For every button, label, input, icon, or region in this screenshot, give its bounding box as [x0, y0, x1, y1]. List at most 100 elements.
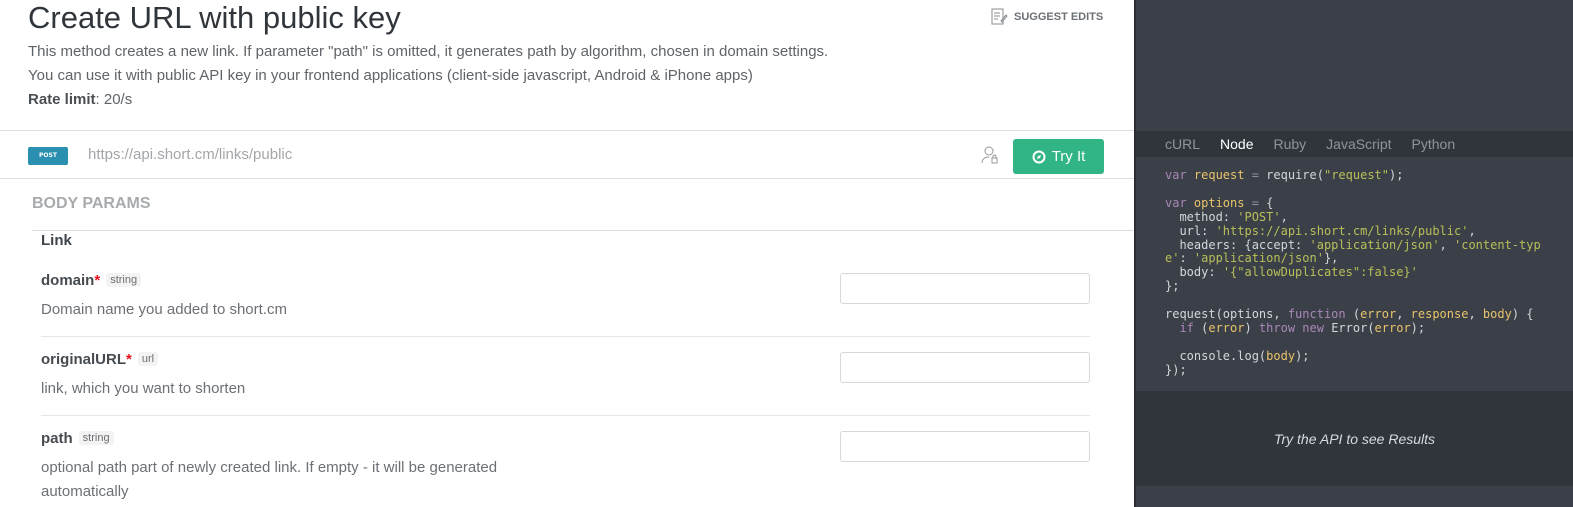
- code-token: },: [1323, 251, 1339, 266]
- code-token: 'https://api.short.cm/links/public': [1215, 223, 1469, 238]
- param-originalurl: originalURL* url link, which you want to …: [41, 351, 1090, 401]
- code-token: response: [1410, 307, 1469, 322]
- code-token: ) {: [1511, 307, 1534, 322]
- code-token: error: [1360, 307, 1397, 322]
- rate-limit-label: Rate limit: [28, 91, 96, 108]
- code-token: ,: [1396, 307, 1411, 322]
- try-it-label: Try It: [1051, 148, 1086, 165]
- divider: [41, 336, 1090, 337]
- code-token: method:: [1165, 209, 1238, 224]
- code-token: ,: [1468, 223, 1476, 238]
- code-line: body: '{"allowDuplicates":false}': [1165, 265, 1545, 280]
- code-token: '{"allowDuplicates":false}': [1222, 265, 1418, 280]
- code-token: :: [1179, 251, 1194, 266]
- code-token: console.log(: [1165, 348, 1267, 363]
- tab-node[interactable]: Node: [1220, 131, 1253, 157]
- code-line: console.log(body);: [1165, 348, 1545, 364]
- param-type: url: [137, 352, 159, 366]
- divider: [41, 415, 1090, 416]
- code-token: Error(: [1323, 320, 1375, 335]
- original-url-input[interactable]: [840, 352, 1090, 383]
- tab-curl[interactable]: cURL: [1165, 131, 1200, 157]
- code-line: var request = require("request");: [1165, 168, 1545, 183]
- param-name: originalURL: [41, 351, 126, 368]
- endpoint-bar: POST https://api.short.cm/links/public T…: [0, 130, 1134, 179]
- code-token: request(options,: [1165, 307, 1288, 322]
- code-line: url: 'https://api.short.cm/links/public'…: [1165, 223, 1545, 239]
- rate-limit: Rate limit: 20/s: [28, 88, 828, 112]
- suggest-edits-button[interactable]: SUGGEST EDITS: [991, 8, 1103, 25]
- code-token: 'application/json': [1193, 251, 1324, 266]
- page-title: Create URL with public key: [28, 0, 401, 35]
- suggest-edits-label: SUGGEST EDITS: [1014, 10, 1104, 23]
- code-line: var options = {: [1165, 195, 1545, 211]
- param-path: path string optional path part of newly c…: [41, 430, 1090, 504]
- code-token: ,: [1439, 237, 1454, 252]
- page-description: This method creates a new link. If param…: [28, 40, 828, 112]
- code-token: );: [1295, 348, 1310, 363]
- code-token: };: [1165, 279, 1180, 294]
- code-sample: var request = require("request"); var op…: [1165, 168, 1545, 378]
- code-token: {: [1266, 195, 1274, 210]
- user-lock-icon[interactable]: [980, 145, 1000, 165]
- param-domain: domain* string Domain name you added to s…: [41, 272, 1090, 322]
- code-token: require(: [1266, 168, 1324, 182]
- param-type: string: [106, 273, 142, 287]
- try-it-button[interactable]: Try It: [1013, 139, 1104, 174]
- tab-ruby[interactable]: Ruby: [1273, 131, 1306, 157]
- code-token: ,: [1280, 209, 1288, 224]
- code-token: );: [1389, 168, 1404, 182]
- param-group-title: Link: [32, 230, 1134, 249]
- path-input[interactable]: [840, 431, 1090, 462]
- code-token: ): [1244, 320, 1259, 335]
- code-line: if (error) throw new Error(error);: [1165, 320, 1545, 336]
- endpoint-url: https://api.short.cm/links/public: [88, 146, 293, 163]
- documentation-pane: Create URL with public key SUGGEST EDITS…: [0, 0, 1134, 507]
- code-token: body: [1482, 307, 1512, 322]
- rate-limit-value: : 20/s: [95, 91, 133, 108]
- code-token: 'POST': [1237, 209, 1281, 224]
- code-line: method: 'POST',: [1165, 209, 1545, 225]
- code-token: url:: [1165, 223, 1216, 238]
- code-token: body: [1266, 348, 1296, 363]
- tab-javascript[interactable]: JavaScript: [1326, 131, 1391, 157]
- edit-document-icon: [991, 8, 1008, 25]
- code-token: var: [1165, 195, 1194, 210]
- code-token: var: [1165, 168, 1194, 182]
- code-token: throw new: [1258, 320, 1324, 335]
- method-badge: POST: [28, 147, 68, 165]
- code-token: ,: [1468, 307, 1483, 322]
- param-description: link, which you want to shorten: [41, 380, 246, 397]
- domain-input[interactable]: [840, 273, 1090, 304]
- language-tabs: cURL Node Ruby JavaScript Python: [1136, 131, 1573, 157]
- tab-python[interactable]: Python: [1412, 131, 1456, 157]
- code-token: if: [1165, 320, 1194, 335]
- param-description: Domain name you added to short.cm: [41, 301, 287, 318]
- code-token: );: [1410, 320, 1426, 335]
- param-type: string: [78, 431, 114, 445]
- code-line: request(options, function (error, respon…: [1165, 307, 1545, 322]
- code-token: (: [1345, 307, 1361, 322]
- compass-icon: [1032, 150, 1046, 163]
- code-token: =: [1244, 168, 1267, 182]
- code-sample-panel: cURL Node Ruby JavaScript Python var req…: [1134, 0, 1573, 507]
- description-line: You can use it with public API key in yo…: [28, 67, 753, 84]
- code-token: error: [1374, 320, 1411, 335]
- required-marker: *: [94, 272, 101, 289]
- description-line: This method creates a new link. If param…: [28, 43, 829, 60]
- code-line: };: [1165, 279, 1545, 294]
- code-token: (: [1193, 320, 1209, 335]
- results-placeholder: Try the API to see Results: [1136, 391, 1573, 486]
- required-marker: *: [126, 351, 132, 368]
- code-token: function: [1287, 307, 1346, 322]
- param-name: path: [41, 430, 73, 447]
- code-token: body:: [1165, 265, 1223, 280]
- code-token: });: [1165, 362, 1187, 377]
- body-params-heading: BODY PARAMS: [32, 195, 151, 212]
- param-name: domain: [41, 272, 95, 289]
- code-token: error: [1208, 320, 1245, 335]
- code-token: =: [1244, 195, 1267, 210]
